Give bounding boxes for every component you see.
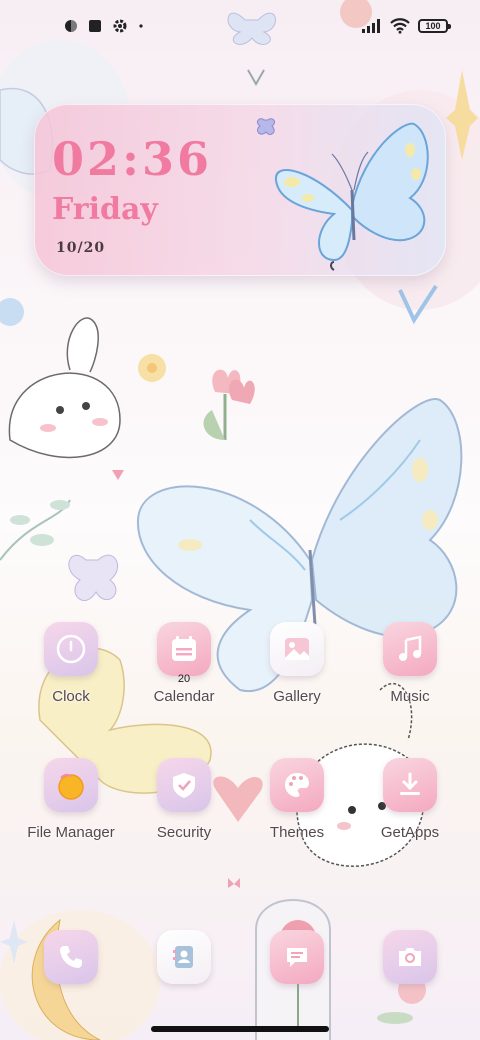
widget-time: 02:36 [52, 132, 213, 186]
calendar-icon[interactable] [157, 622, 211, 676]
dock-phone[interactable] [15, 930, 127, 990]
download-icon[interactable] [383, 758, 437, 812]
app-label: Gallery [273, 688, 321, 705]
app-gallery[interactable]: Gallery [241, 622, 353, 742]
home-indicator[interactable] [151, 1026, 329, 1032]
status-left-icons [64, 18, 144, 34]
app-label: Music [390, 688, 430, 705]
camera-icon[interactable] [383, 930, 437, 984]
phone-icon[interactable] [44, 930, 98, 984]
messages-icon[interactable] [270, 930, 324, 984]
signal-icon [362, 19, 380, 33]
music-icon[interactable] [383, 622, 437, 676]
app-label: GetApps [380, 824, 440, 841]
app-getapps[interactable]: GetApps [354, 758, 466, 878]
app-clock[interactable]: Clock [15, 622, 127, 742]
contacts-icon[interactable] [157, 930, 211, 984]
app-calendar[interactable]: 20 Calendar [128, 622, 240, 742]
clock-widget[interactable]: 02:36 Friday 10/20 [34, 104, 446, 276]
calendar-date-badge: 20 [177, 673, 191, 685]
gear-icon [113, 19, 127, 33]
app-security[interactable]: Security [128, 758, 240, 878]
theme-icon [65, 20, 77, 32]
square-notification-icon [89, 20, 101, 32]
battery-icon: 100 [418, 19, 451, 33]
app-file-manager[interactable]: File Manager [15, 758, 127, 878]
app-label: Themes [269, 824, 325, 841]
status-right-icons: 100 [362, 18, 451, 34]
dock-camera[interactable] [354, 930, 466, 990]
app-label: Security [156, 824, 212, 841]
wifi-icon [390, 18, 410, 34]
app-music[interactable]: Music [354, 622, 466, 742]
butterfly-illustration [257, 118, 429, 271]
app-label: Clock [52, 688, 90, 705]
widget-date: 10/20 [56, 240, 106, 256]
clock-icon[interactable] [44, 622, 98, 676]
shield-icon[interactable] [157, 758, 211, 812]
gallery-icon[interactable] [270, 622, 324, 676]
widget-day: Friday [52, 192, 158, 227]
status-bar: 100 [0, 0, 480, 54]
dock-messages[interactable] [241, 930, 353, 990]
app-label: File Manager [27, 824, 115, 841]
app-themes[interactable]: Themes [241, 758, 353, 878]
app-label: Calendar [153, 688, 215, 705]
dock-contacts[interactable] [128, 930, 240, 990]
folder-icon[interactable] [44, 758, 98, 812]
dot-icon [139, 24, 143, 28]
palette-icon[interactable] [270, 758, 324, 812]
